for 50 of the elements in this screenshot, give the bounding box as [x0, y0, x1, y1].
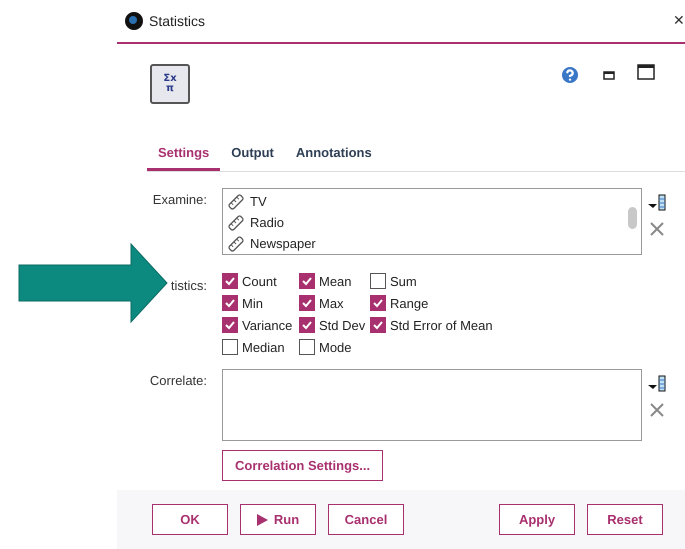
list-item[interactable]: Radio	[227, 212, 284, 233]
check-icon	[224, 319, 236, 331]
checkbox[interactable]: Std Error of Mean	[370, 317, 642, 333]
check-icon	[372, 319, 384, 331]
footer-button[interactable]: Apply	[499, 504, 575, 535]
field-label: tistics:	[170, 277, 207, 293]
footer-button[interactable]: Reset	[587, 504, 663, 535]
checkbox[interactable]: Median	[222, 339, 299, 355]
help-icon[interactable]	[559, 64, 581, 86]
checkbox[interactable]: Min	[222, 295, 299, 311]
field-list[interactable]	[222, 369, 642, 441]
node-symbol: Σx	[163, 74, 177, 84]
tab[interactable]: Settings	[147, 141, 220, 171]
checkbox[interactable]: Mode	[299, 339, 370, 355]
checkbox[interactable]: Count	[222, 273, 299, 289]
field-list[interactable]: TV Radio Newspaper	[222, 188, 642, 255]
correlation-settings-button[interactable]: Correlation Settings...	[222, 450, 384, 481]
maximize-icon[interactable]	[637, 64, 655, 80]
remove-icon[interactable]	[649, 403, 665, 417]
field-label: Examine:	[152, 192, 207, 207]
tab[interactable]: Annotations	[284, 141, 383, 171]
check-icon	[301, 275, 313, 287]
check-icon	[372, 297, 384, 309]
list-item[interactable]: Newspaper	[227, 233, 316, 254]
checkbox[interactable]: Range	[370, 295, 642, 311]
run-button[interactable]: Run	[240, 504, 316, 535]
app-logo-icon	[125, 12, 143, 30]
footer-button[interactable]: Cancel	[328, 504, 404, 535]
close-button[interactable]: ✕	[673, 12, 685, 28]
checkbox[interactable]: Std Dev	[299, 317, 370, 333]
check-icon	[224, 297, 236, 309]
checkbox[interactable]: Mean	[299, 273, 370, 289]
window-title: Statistics	[149, 13, 206, 29]
check-icon	[301, 319, 313, 331]
play-icon	[256, 514, 268, 526]
list-item[interactable]: TV	[227, 191, 267, 212]
check-icon	[224, 275, 236, 287]
move-to-list-icon[interactable]	[647, 194, 667, 212]
field-label: Correlate:	[150, 373, 207, 388]
footer-button[interactable]: OK	[152, 504, 228, 535]
minimize-icon[interactable]	[603, 70, 615, 80]
scrollbar-thumb[interactable]	[628, 207, 637, 229]
tab[interactable]: Output	[220, 141, 285, 171]
node-symbol: π	[166, 84, 174, 94]
checkbox[interactable]: Variance	[222, 317, 299, 333]
checkbox[interactable]: Sum	[370, 273, 642, 289]
check-icon	[301, 297, 313, 309]
move-to-list-icon[interactable]	[647, 375, 667, 393]
remove-icon[interactable]	[649, 222, 665, 236]
checkbox[interactable]: Max	[299, 295, 370, 311]
